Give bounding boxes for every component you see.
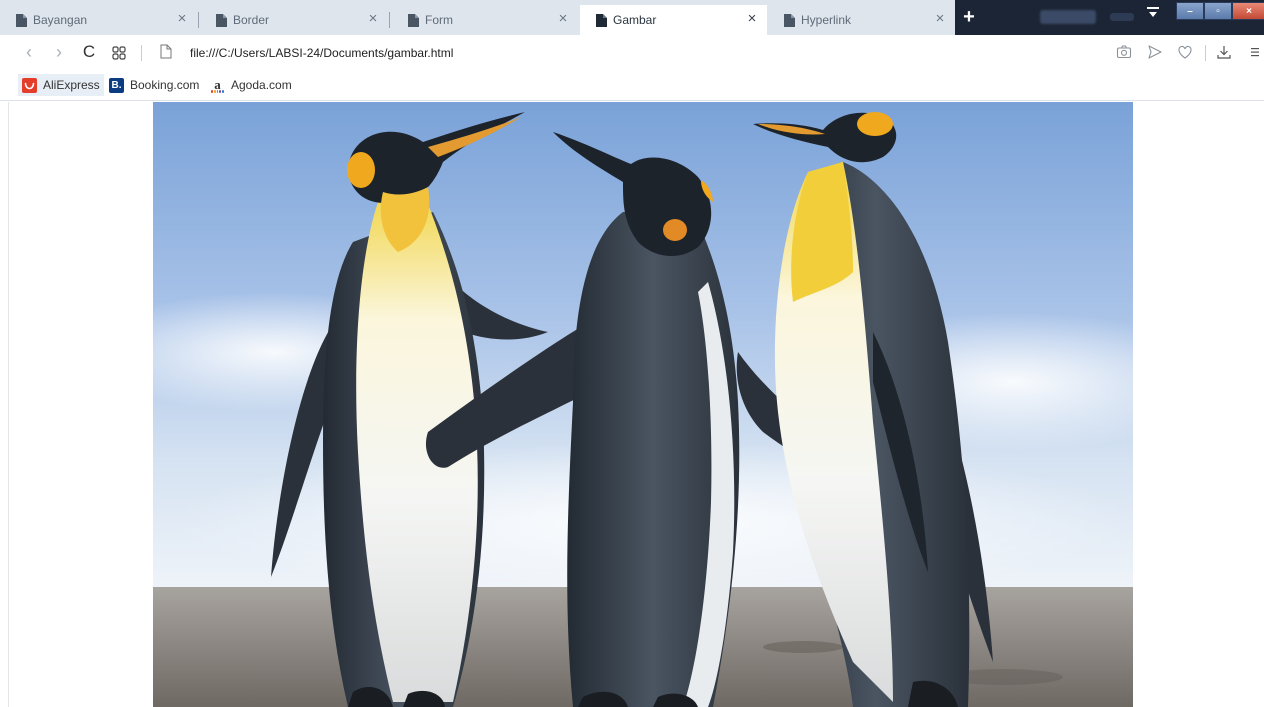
tab-strip: Bayangan × Border × Form × Gambar × Hype… [0, 0, 1264, 35]
tab-gambar[interactable]: Gambar × [580, 5, 767, 35]
heart-icon[interactable] [1177, 44, 1193, 60]
document-icon [16, 13, 27, 27]
tab-form[interactable]: Form × [392, 5, 578, 35]
penguins-image [153, 102, 1133, 707]
close-tab-icon[interactable]: × [745, 11, 759, 26]
bookmark-booking[interactable]: B. Booking.com [105, 74, 203, 96]
tab-bayangan[interactable]: Bayangan × [0, 5, 197, 35]
send-icon[interactable] [1147, 44, 1163, 60]
address-bar: ‹ › C [0, 35, 1264, 71]
document-icon [784, 13, 795, 27]
document-icon [408, 13, 419, 27]
tab-label: Bayangan [33, 13, 88, 27]
tab-separator [389, 12, 390, 28]
page-icon [160, 44, 172, 59]
tab-label: Hyperlink [801, 13, 852, 27]
tab-border[interactable]: Border × [200, 5, 388, 35]
address-separator [141, 45, 142, 61]
close-tab-icon[interactable]: × [175, 11, 189, 26]
new-tab-button[interactable]: + [960, 7, 978, 27]
tab-label: Form [425, 13, 453, 27]
bookmark-label: Agoda.com [231, 78, 292, 92]
tab-hyperlink[interactable]: Hyperlink × [768, 5, 955, 35]
aliexpress-icon [22, 77, 37, 93]
bookmark-agoda[interactable]: a Agoda.com [206, 74, 296, 96]
reload-button[interactable]: C [80, 43, 98, 62]
tab-separator [198, 12, 199, 28]
agoda-dots [211, 89, 224, 93]
content-border [8, 102, 9, 707]
bookmark-aliexpress[interactable]: AliExpress [18, 74, 104, 96]
blurred-tab-preview [1110, 13, 1134, 21]
maximize-button[interactable]: ▫ [1204, 2, 1232, 20]
tab-label: Gambar [613, 13, 657, 27]
close-tab-icon[interactable]: × [556, 11, 570, 26]
url-input[interactable] [190, 44, 1070, 62]
minimize-button[interactable]: – [1176, 2, 1204, 20]
forward-button[interactable]: › [50, 43, 68, 62]
tab-menu-icon[interactable] [1146, 5, 1160, 19]
bookmark-label: AliExpress [43, 78, 100, 92]
close-tab-icon[interactable]: × [933, 11, 947, 26]
camera-icon[interactable] [1116, 44, 1132, 60]
address-separator [1205, 45, 1206, 61]
menu-icon[interactable] [1247, 44, 1259, 60]
close-tab-icon[interactable]: × [366, 11, 380, 26]
blurred-tab-preview [1040, 10, 1096, 24]
bookmarks-bar: AliExpress B. Booking.com a Agoda.com [0, 71, 1264, 101]
page-content [0, 102, 1264, 707]
document-icon [216, 13, 227, 27]
speed-dial-icon[interactable] [111, 45, 127, 61]
close-window-button[interactable]: × [1232, 2, 1264, 20]
back-button[interactable]: ‹ [20, 43, 38, 62]
tab-label: Border [233, 13, 270, 27]
agoda-icon: a [210, 77, 225, 93]
download-icon[interactable] [1216, 44, 1232, 60]
bookmark-label: Booking.com [130, 78, 200, 92]
document-icon [596, 13, 607, 27]
booking-icon: B. [109, 77, 124, 93]
window-controls: – ▫ × [1176, 2, 1264, 20]
penguins-photo [153, 102, 1133, 707]
